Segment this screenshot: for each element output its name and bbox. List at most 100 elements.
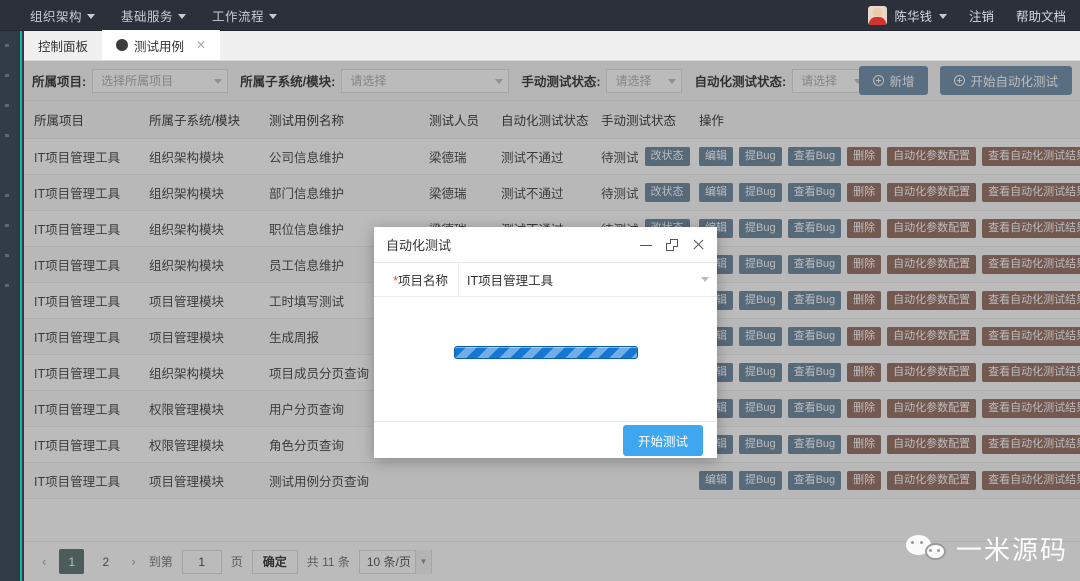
action-button-自动化参数配置[interactable]: 自动化参数配置 bbox=[887, 399, 977, 418]
action-button-编辑[interactable]: 编辑 bbox=[699, 183, 733, 202]
pagination-page-size-select[interactable]: 10 条/页 ▼ bbox=[358, 549, 432, 574]
pagination-confirm-button[interactable]: 确定 bbox=[251, 549, 298, 574]
action-button-提Bug[interactable]: 提Bug bbox=[739, 183, 782, 202]
pagination-next-icon[interactable]: › bbox=[127, 554, 139, 569]
pagination-goto-label: 到第 bbox=[148, 555, 173, 569]
sidebar-item-6[interactable] bbox=[0, 181, 20, 211]
action-button-删除[interactable]: 删除 bbox=[847, 327, 882, 346]
action-button-自动化参数配置[interactable]: 自动化参数配置 bbox=[887, 435, 977, 454]
logout-link[interactable]: 注销 bbox=[969, 6, 994, 25]
change-status-button[interactable]: 改状态 bbox=[644, 183, 690, 202]
action-button-查看自动化测试结果[interactable]: 查看自动化测试结果 bbox=[982, 219, 1080, 238]
action-button-查看自动化测试结果[interactable]: 查看自动化测试结果 bbox=[982, 183, 1080, 202]
action-button-查看Bug[interactable]: 查看Bug bbox=[787, 147, 842, 166]
action-button-编辑[interactable]: 编辑 bbox=[699, 471, 733, 490]
cell-manual-status: 待测试改状态 bbox=[591, 174, 690, 211]
filter-auto-status-select[interactable]: 请选择 bbox=[792, 68, 869, 93]
filter-project-select[interactable]: 选择所属项目 bbox=[92, 68, 229, 93]
help-doc-link[interactable]: 帮助文档 bbox=[1016, 6, 1066, 25]
table-row[interactable]: IT项目管理工具 组织架构模块 部门信息维护 梁德瑞 测试不通过 待测试 改状态 编辑 提Bug… bbox=[24, 174, 1080, 211]
action-button-查看Bug[interactable]: 查看Bug bbox=[787, 435, 842, 454]
action-button-提Bug[interactable]: 提Bug bbox=[739, 399, 782, 418]
tab-dashboard[interactable]: 控制面板 bbox=[24, 30, 102, 60]
nav-item-workflow[interactable]: 工作流程 bbox=[212, 6, 278, 25]
action-button-提Bug[interactable]: 提Bug bbox=[739, 327, 782, 346]
table-head: 所属项目 所属子系统/模块 测试用例名称 测试人员 自动化测试状态 手动测试状态… bbox=[24, 101, 1080, 139]
action-button-自动化参数配置[interactable]: 自动化参数配置 bbox=[887, 255, 977, 274]
action-button-查看自动化测试结果[interactable]: 查看自动化测试结果 bbox=[982, 255, 1080, 274]
action-button-自动化参数配置[interactable]: 自动化参数配置 bbox=[887, 327, 977, 346]
action-button-自动化参数配置[interactable]: 自动化参数配置 bbox=[887, 147, 977, 166]
start-auto-test-button[interactable]: 开始自动化测试 bbox=[940, 66, 1072, 95]
action-button-查看Bug[interactable]: 查看Bug bbox=[787, 471, 842, 490]
sidebar-item-9[interactable] bbox=[0, 271, 20, 301]
table-row[interactable]: IT项目管理工具 组织架构模块 公司信息维护 梁德瑞 测试不通过 待测试 改状态 编辑 提Bug… bbox=[24, 138, 1080, 175]
sidebar-item-2[interactable] bbox=[0, 61, 20, 91]
sidebar-item-3[interactable] bbox=[0, 91, 20, 121]
action-button-查看自动化测试结果[interactable]: 查看自动化测试结果 bbox=[982, 435, 1080, 454]
pagination-page-1[interactable]: 1 bbox=[59, 549, 85, 574]
action-button-查看自动化测试结果[interactable]: 查看自动化测试结果 bbox=[982, 363, 1080, 382]
action-button-查看Bug[interactable]: 查看Bug bbox=[787, 399, 842, 418]
maximize-icon[interactable] bbox=[666, 238, 678, 251]
sidebar-item-5[interactable] bbox=[0, 151, 20, 181]
pagination-page-2[interactable]: 2 bbox=[93, 549, 118, 574]
action-button-自动化参数配置[interactable]: 自动化参数配置 bbox=[887, 291, 977, 310]
action-button-自动化参数配置[interactable]: 自动化参数配置 bbox=[887, 363, 977, 382]
action-button-查看自动化测试结果[interactable]: 查看自动化测试结果 bbox=[982, 399, 1080, 418]
add-button[interactable]: 新增 bbox=[859, 66, 929, 95]
pagination-page-size-value: 10 条/页 bbox=[366, 555, 411, 569]
action-button-删除[interactable]: 删除 bbox=[847, 435, 882, 454]
action-button-查看自动化测试结果[interactable]: 查看自动化测试结果 bbox=[982, 147, 1080, 166]
pagination-prev-icon[interactable]: ‹ bbox=[38, 554, 50, 569]
action-button-查看Bug[interactable]: 查看Bug bbox=[787, 291, 842, 310]
start-test-button[interactable]: 开始测试 bbox=[622, 424, 703, 456]
action-button-自动化参数配置[interactable]: 自动化参数配置 bbox=[887, 471, 977, 490]
action-button-删除[interactable]: 删除 bbox=[847, 183, 882, 202]
sidebar-item-4[interactable] bbox=[0, 121, 20, 151]
sidebar-item-7[interactable] bbox=[0, 211, 20, 241]
action-button-删除[interactable]: 删除 bbox=[847, 399, 882, 418]
action-button-删除[interactable]: 删除 bbox=[847, 363, 882, 382]
action-button-编辑[interactable]: 编辑 bbox=[699, 147, 733, 166]
action-button-查看自动化测试结果[interactable]: 查看自动化测试结果 bbox=[982, 327, 1080, 346]
action-button-提Bug[interactable]: 提Bug bbox=[739, 147, 782, 166]
action-button-提Bug[interactable]: 提Bug bbox=[739, 219, 782, 238]
minimize-icon[interactable] bbox=[640, 239, 652, 251]
pagination-goto-input[interactable]: 1 bbox=[181, 549, 222, 574]
filter-module-select[interactable]: 请选择 bbox=[341, 68, 510, 93]
action-button-删除[interactable]: 删除 bbox=[847, 147, 882, 166]
close-icon[interactable] bbox=[692, 238, 705, 251]
action-button-删除[interactable]: 删除 bbox=[847, 219, 882, 238]
nav-item-org[interactable]: 组织架构 bbox=[30, 6, 96, 25]
sidebar-item-8[interactable] bbox=[0, 241, 20, 271]
action-button-查看Bug[interactable]: 查看Bug bbox=[787, 363, 842, 382]
action-button-查看自动化测试结果[interactable]: 查看自动化测试结果 bbox=[982, 291, 1080, 310]
action-button-查看Bug[interactable]: 查看Bug bbox=[787, 219, 842, 238]
project-name-select[interactable]: IT项目管理工具 bbox=[458, 262, 717, 297]
nav-item-basic-service[interactable]: 基础服务 bbox=[121, 6, 187, 25]
action-button-自动化参数配置[interactable]: 自动化参数配置 bbox=[887, 183, 977, 202]
action-button-查看Bug[interactable]: 查看Bug bbox=[787, 255, 842, 274]
action-button-提Bug[interactable]: 提Bug bbox=[739, 471, 782, 490]
action-button-删除[interactable]: 删除 bbox=[847, 255, 882, 274]
action-button-查看Bug[interactable]: 查看Bug bbox=[787, 327, 842, 346]
tab-close-icon[interactable]: ✕ bbox=[196, 38, 206, 52]
action-button-自动化参数配置[interactable]: 自动化参数配置 bbox=[887, 219, 977, 238]
table-row[interactable]: IT项目管理工具 项目管理模块 测试用例分页查询 编辑 提Bug 查看Bug 删除 自动化参数… bbox=[24, 462, 1080, 499]
action-button-提Bug[interactable]: 提Bug bbox=[739, 255, 782, 274]
action-button-提Bug[interactable]: 提Bug bbox=[739, 435, 782, 454]
action-button-删除[interactable]: 删除 bbox=[847, 471, 882, 490]
action-button-删除[interactable]: 删除 bbox=[847, 291, 882, 310]
action-button-提Bug[interactable]: 提Bug bbox=[739, 291, 782, 310]
user-menu[interactable]: 陈华钱 bbox=[868, 5, 947, 25]
filter-manual-status-select[interactable]: 请选择 bbox=[606, 68, 683, 93]
tab-testcase[interactable]: 测试用例 ✕ bbox=[102, 30, 221, 60]
change-status-button[interactable]: 改状态 bbox=[644, 147, 690, 166]
action-button-查看Bug[interactable]: 查看Bug bbox=[787, 183, 842, 202]
action-button-查看自动化测试结果[interactable]: 查看自动化测试结果 bbox=[982, 471, 1080, 490]
bullet-icon bbox=[5, 284, 9, 287]
sidebar-item-1[interactable] bbox=[0, 31, 20, 61]
cell-project: IT项目管理工具 bbox=[24, 462, 139, 499]
action-button-提Bug[interactable]: 提Bug bbox=[739, 363, 782, 382]
